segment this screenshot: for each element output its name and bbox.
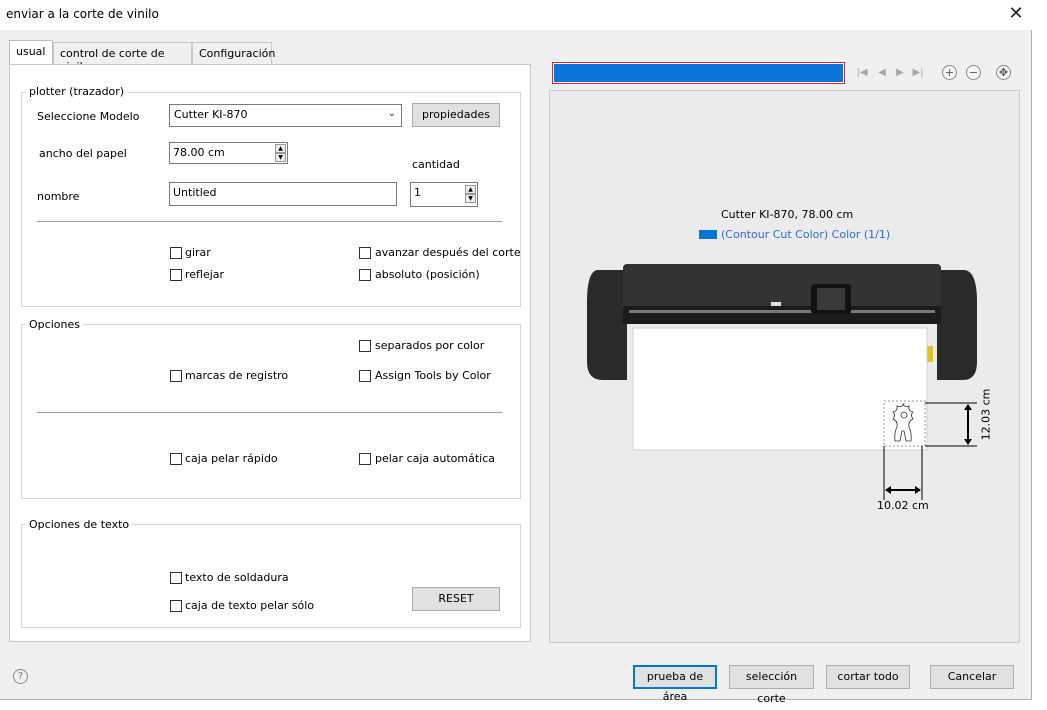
first-page-icon[interactable]: |◀ <box>855 66 869 80</box>
spin-up-icon[interactable]: ▲ <box>465 185 476 194</box>
plotter-machine-illustration <box>587 264 977 500</box>
mirror-label: reflejar <box>185 268 225 281</box>
absolute-position-checkbox[interactable] <box>359 269 371 281</box>
registration-marks-label: marcas de registro <box>185 369 289 382</box>
area-test-button[interactable]: prueba de área <box>633 665 717 703</box>
separated-by-color-label: separados por color <box>375 339 485 352</box>
text-options-legend: Opciones de texto <box>26 518 133 531</box>
advance-after-cut-checkbox[interactable] <box>359 247 371 259</box>
rail-highlight <box>629 310 935 313</box>
right-housing <box>937 270 977 380</box>
left-housing <box>587 270 627 380</box>
auto-weed-box-checkbox[interactable] <box>359 453 371 465</box>
design-bounding-box <box>883 400 926 447</box>
quick-weed-box-label: caja pelar rápido <box>185 452 278 465</box>
options-legend: Opciones <box>26 318 83 331</box>
cut-all-button[interactable]: cortar todo <box>826 665 910 689</box>
auto-weed-box-label: pelar caja automática <box>375 452 496 465</box>
next-page-icon[interactable]: ▶ <box>893 66 907 80</box>
weed-text-box-checkbox[interactable] <box>170 600 182 612</box>
close-icon[interactable]: ✕ <box>1003 2 1029 28</box>
tab-vinyl-cut-control[interactable]: control de corte de vinilo <box>53 42 192 73</box>
plotter-legend: plotter (trazador) <box>26 85 128 98</box>
weld-text-checkbox[interactable] <box>170 572 182 584</box>
cutter-head-cover <box>817 288 845 310</box>
name-label: nombre <box>37 190 80 203</box>
paper-width-input[interactable]: 78.00 cm ▲ ▼ <box>169 142 288 164</box>
spin-up-icon[interactable]: ▲ <box>275 144 286 153</box>
progress-bar <box>552 62 845 84</box>
rotate-label: girar <box>185 246 211 259</box>
previous-page-icon[interactable]: ◀ <box>875 66 889 80</box>
pinch-roller <box>771 302 781 306</box>
assign-tools-checkbox[interactable] <box>359 370 371 382</box>
weed-text-box-label: caja de texto pelar sólo <box>185 599 315 612</box>
name-input[interactable]: Untitled <box>169 182 397 206</box>
quantity-input[interactable]: 1 ▲ ▼ <box>410 182 478 207</box>
title-bar: enviar a la corte de vinilo ✕ <box>0 0 1032 30</box>
window-title: enviar a la corte de vinilo <box>6 7 159 21</box>
progress-fill <box>554 64 843 82</box>
mirror-checkbox[interactable] <box>170 269 182 281</box>
rotate-checkbox[interactable] <box>170 247 182 259</box>
quick-weed-box-checkbox[interactable] <box>170 453 182 465</box>
zoom-out-icon[interactable]: − <box>966 65 981 80</box>
quantity-label: cantidad <box>412 158 460 171</box>
contour-color-label: (Contour Cut Color) Color (1/1) <box>721 228 891 241</box>
properties-button[interactable]: propiedades <box>412 103 500 127</box>
spin-down-icon[interactable]: ▼ <box>275 153 286 162</box>
vinyl-sheet <box>632 327 928 451</box>
model-label: Seleccione Modelo <box>37 110 140 123</box>
width-dimension-label: 10.02 cm <box>877 499 929 512</box>
weld-text-label: texto de soldadura <box>185 571 289 584</box>
chevron-down-icon: ⌄ <box>387 108 396 119</box>
absolute-position-label: absoluto (posición) <box>375 268 480 281</box>
model-select[interactable]: Cutter KI-870 ⌄ <box>169 104 402 127</box>
paper-width-stepper[interactable]: ▲ ▼ <box>275 144 286 162</box>
zoom-in-icon[interactable]: + <box>942 65 957 80</box>
separated-by-color-checkbox[interactable] <box>359 340 371 352</box>
tab-configuration[interactable]: Configuración <box>192 42 276 64</box>
reset-button[interactable]: RESET <box>412 587 500 611</box>
fit-view-icon[interactable]: ✥ <box>996 65 1011 80</box>
last-page-icon[interactable]: ▶| <box>911 66 925 80</box>
tab-usual[interactable]: usual <box>9 40 53 65</box>
advance-after-cut-label: avanzar después del corte <box>375 246 521 259</box>
registration-marks-checkbox[interactable] <box>170 370 182 382</box>
height-dimension-label: 12.03 cm <box>979 388 993 441</box>
cut-selection-button[interactable]: selección corte <box>729 665 814 705</box>
contour-color-swatch <box>699 230 717 239</box>
quantity-value: 1 <box>414 186 421 199</box>
assign-tools-label: Assign Tools by Color <box>375 369 491 382</box>
model-value: Cutter KI-870 <box>174 108 248 121</box>
plotter-separator <box>37 221 502 222</box>
name-value: Untitled <box>173 186 217 199</box>
help-icon[interactable]: ? <box>13 669 28 684</box>
paper-width-label: ancho del papel <box>39 147 127 160</box>
tab-label: Configuración <box>199 47 276 60</box>
preview-header: Cutter KI-870, 78.00 cm <box>721 208 854 221</box>
plotter-rail <box>623 306 941 324</box>
paper-width-value: 78.00 cm <box>173 146 225 159</box>
options-separator <box>37 412 502 413</box>
spin-down-icon[interactable]: ▼ <box>465 194 476 203</box>
quantity-stepper[interactable]: ▲ ▼ <box>465 185 476 203</box>
cancel-button[interactable]: Cancelar <box>930 665 1014 689</box>
tab-label: usual <box>16 45 46 58</box>
